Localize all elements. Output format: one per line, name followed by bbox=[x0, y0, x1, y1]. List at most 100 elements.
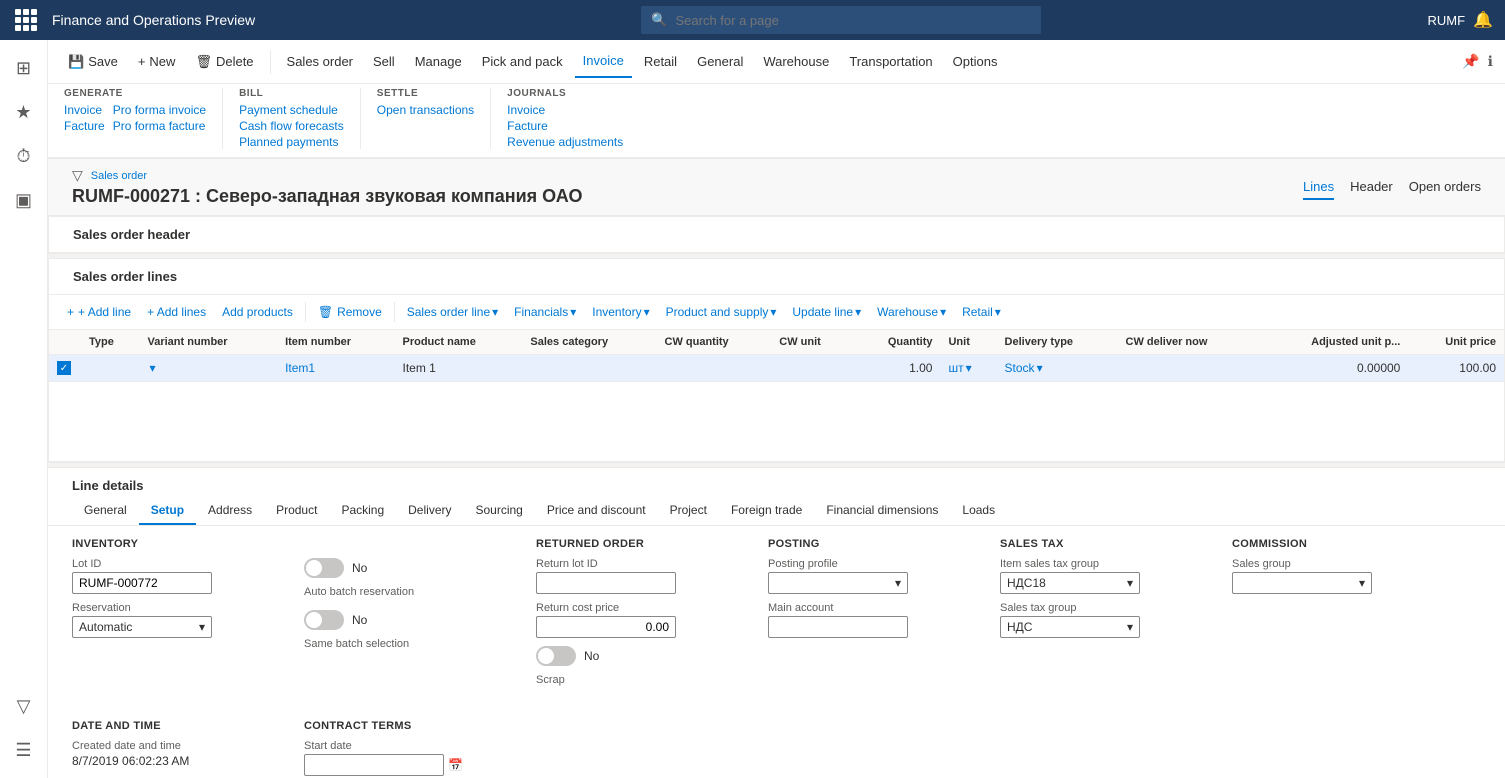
tax-group-chevron: ▾ bbox=[1127, 620, 1133, 634]
save-button[interactable]: 💾 Save bbox=[60, 46, 126, 78]
global-search[interactable]: 🔍 bbox=[641, 6, 1041, 34]
facture-link[interactable]: Facture bbox=[64, 119, 105, 133]
warehouse-dropdown[interactable]: Warehouse ▾ bbox=[871, 301, 952, 323]
general-menu[interactable]: General bbox=[689, 46, 751, 78]
sales-group-select[interactable]: ▾ bbox=[1232, 572, 1372, 594]
new-button[interactable]: + New bbox=[130, 46, 184, 78]
info-icon[interactable]: ℹ bbox=[1488, 53, 1493, 70]
proforma-invoice-link[interactable]: Pro forma invoice bbox=[113, 103, 206, 117]
product-supply-dropdown[interactable]: Product and supply ▾ bbox=[660, 301, 783, 323]
manage-menu[interactable]: Manage bbox=[407, 46, 470, 78]
sidebar-item-filter[interactable]: ▽ bbox=[4, 686, 44, 726]
tab-packing[interactable]: Packing bbox=[329, 497, 396, 525]
return-lot-id-input[interactable] bbox=[536, 572, 676, 594]
tab-lines[interactable]: Lines bbox=[1303, 175, 1334, 200]
revenue-adjustments-link[interactable]: Revenue adjustments bbox=[507, 135, 623, 149]
calendar-icon[interactable]: 📅 bbox=[448, 758, 463, 772]
sell-menu[interactable]: Sell bbox=[365, 46, 403, 78]
sidebar-item-home[interactable]: ⊞ bbox=[4, 48, 44, 88]
financials-dropdown[interactable]: Financials ▾ bbox=[508, 301, 582, 323]
start-date-field: Start date 📅 bbox=[304, 740, 504, 776]
invoice-menu[interactable]: Invoice bbox=[575, 46, 632, 78]
main-account-input[interactable] bbox=[768, 616, 908, 638]
return-cost-price-input[interactable] bbox=[536, 616, 676, 638]
sales-order-line-dropdown[interactable]: Sales order line ▾ bbox=[401, 301, 504, 323]
tab-setup[interactable]: Setup bbox=[139, 497, 196, 525]
proforma-facture-link[interactable]: Pro forma facture bbox=[113, 119, 206, 133]
delete-button[interactable]: 🗑 Delete bbox=[187, 46, 261, 78]
retail-dropdown[interactable]: Retail ▾ bbox=[956, 301, 1007, 323]
col-product-name: Product name bbox=[394, 330, 522, 355]
posting-group: POSTING Posting profile ▾ Main account bbox=[768, 538, 968, 688]
tab-project[interactable]: Project bbox=[658, 497, 719, 525]
pin-icon[interactable]: 📌 bbox=[1462, 53, 1479, 70]
item-sales-tax-select[interactable]: НДС18 ▾ bbox=[1000, 572, 1140, 594]
date-time-group: DATE AND TIME Created date and time 8/7/… bbox=[72, 720, 272, 778]
add-lines-button[interactable]: + Add lines bbox=[141, 301, 212, 323]
transportation-menu[interactable]: Transportation bbox=[841, 46, 940, 78]
sidebar-item-favorites[interactable]: ★ bbox=[4, 92, 44, 132]
ribbon-bill-items: Payment schedule Cash flow forecasts Pla… bbox=[239, 103, 344, 149]
tab-open-orders[interactable]: Open orders bbox=[1409, 175, 1481, 200]
delivery-chevron: ▾ bbox=[1037, 361, 1043, 375]
tab-price-discount[interactable]: Price and discount bbox=[535, 497, 658, 525]
sidebar-item-menu[interactable]: ☰ bbox=[4, 730, 44, 770]
add-line-button[interactable]: + + Add line bbox=[61, 301, 137, 323]
tab-delivery[interactable]: Delivery bbox=[396, 497, 463, 525]
sales-order-menu[interactable]: Sales order bbox=[279, 46, 361, 78]
sales-tax-group-select[interactable]: НДС ▾ bbox=[1000, 616, 1140, 638]
tab-address[interactable]: Address bbox=[196, 497, 264, 525]
scrap-toggle[interactable] bbox=[536, 646, 576, 666]
auto-batch-field-label: Auto batch reservation bbox=[304, 586, 504, 598]
return-lot-id-field: Return lot ID bbox=[536, 558, 736, 594]
tab-financial-dimensions[interactable]: Financial dimensions bbox=[814, 497, 950, 525]
add-products-button[interactable]: Add products bbox=[216, 301, 299, 323]
auto-batch-toggle[interactable] bbox=[304, 558, 344, 578]
row-cw-unit bbox=[771, 355, 853, 382]
update-line-dropdown[interactable]: Update line ▾ bbox=[786, 301, 867, 323]
tab-product[interactable]: Product bbox=[264, 497, 329, 525]
tab-general[interactable]: General bbox=[72, 497, 139, 525]
cash-flow-link[interactable]: Cash flow forecasts bbox=[239, 119, 344, 133]
breadcrumb[interactable]: Sales order bbox=[91, 170, 147, 182]
search-input[interactable] bbox=[676, 13, 1032, 28]
payment-schedule-link[interactable]: Payment schedule bbox=[239, 103, 338, 117]
warehouse-menu[interactable]: Warehouse bbox=[755, 46, 837, 78]
delivery-type-dropdown[interactable]: Stock ▾ bbox=[1005, 361, 1110, 375]
tab-header[interactable]: Header bbox=[1350, 175, 1393, 200]
options-menu[interactable]: Options bbox=[945, 46, 1006, 78]
same-batch-toggle[interactable] bbox=[304, 610, 344, 630]
notifications-icon[interactable]: 🔔 bbox=[1473, 10, 1493, 30]
planned-payments-link[interactable]: Planned payments bbox=[239, 135, 338, 149]
journal-invoice-link[interactable]: Invoice bbox=[507, 103, 545, 117]
sidebar-item-recent[interactable]: ⏱ bbox=[4, 136, 44, 176]
invoice-link[interactable]: Invoice bbox=[64, 103, 102, 117]
tab-loads[interactable]: Loads bbox=[950, 497, 1007, 525]
retail-menu[interactable]: Retail bbox=[636, 46, 685, 78]
row-item-number[interactable]: Item1 bbox=[277, 355, 394, 382]
tab-foreign-trade[interactable]: Foreign trade bbox=[719, 497, 814, 525]
lot-id-input[interactable] bbox=[72, 572, 212, 594]
journal-facture-link[interactable]: Facture bbox=[507, 119, 548, 133]
remove-button[interactable]: 🗑 Remove bbox=[312, 301, 388, 323]
posting-profile-select[interactable]: ▾ bbox=[768, 572, 908, 594]
same-batch-label: No bbox=[352, 613, 367, 627]
waffle-menu[interactable] bbox=[12, 6, 40, 34]
table-row[interactable]: ✓ ▾ Item1 Item 1 bbox=[49, 355, 1504, 382]
inventory-dropdown[interactable]: Inventory ▾ bbox=[586, 301, 655, 323]
page-header: ▽ Sales order RUMF-000271 : Северо-запад… bbox=[48, 159, 1505, 216]
tab-sourcing[interactable]: Sourcing bbox=[463, 497, 534, 525]
open-transactions-link[interactable]: Open transactions bbox=[377, 103, 474, 117]
sidebar-item-workspaces[interactable]: ▣ bbox=[4, 180, 44, 220]
date-time-title: DATE AND TIME bbox=[72, 720, 272, 732]
pick-and-pack-menu[interactable]: Pick and pack bbox=[474, 46, 571, 78]
sales-tax-group-label: Sales tax group bbox=[1000, 602, 1200, 614]
reservation-select[interactable]: Automatic ▾ bbox=[72, 616, 212, 638]
variant-dropdown[interactable]: ▾ bbox=[148, 361, 270, 375]
start-date-input[interactable] bbox=[304, 754, 444, 776]
empty-row bbox=[49, 382, 1504, 462]
unit-dropdown[interactable]: шт ▾ bbox=[948, 361, 988, 375]
filter-icon[interactable]: ▽ bbox=[72, 167, 83, 184]
row-checkbox[interactable]: ✓ bbox=[49, 355, 81, 382]
col-item-number: Item number bbox=[277, 330, 394, 355]
